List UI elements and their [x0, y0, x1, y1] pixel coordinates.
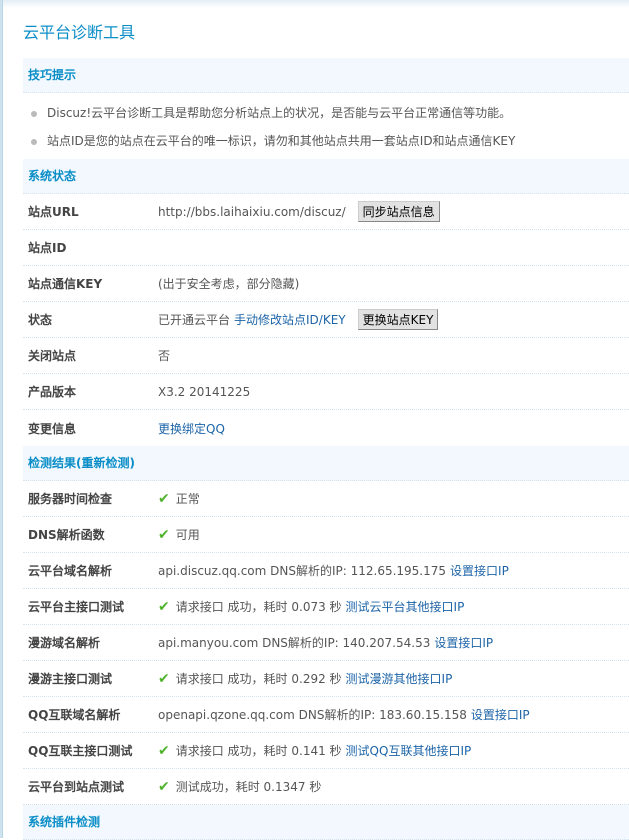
row-label: 产品版本	[28, 385, 77, 399]
result-row: 漫游主接口测试 ✔ 请求接口 成功，耗时 0.292 秒测试漫游其他接口IP	[23, 661, 629, 697]
result-text: 可用	[175, 528, 200, 542]
row-site-key: 站点通信KEY (出于安全考虑，部分隐藏)	[23, 266, 629, 302]
status-header: 系统状态	[23, 159, 629, 194]
rebind-qq-link[interactable]: 更换绑定QQ	[158, 420, 225, 437]
result-row: QQ互联主接口测试 ✔ 请求接口 成功，耗时 0.141 秒测试QQ互联其他接口IP	[23, 733, 629, 769]
plugins-header: 系统插件检测	[23, 805, 629, 840]
bullet-icon	[31, 138, 37, 145]
result-link[interactable]: 设置接口IP	[471, 706, 530, 723]
edit-id-key-link[interactable]: 手动修改站点ID/KEY	[234, 311, 346, 328]
row-label: 状态	[28, 313, 53, 327]
row-site-id: 站点ID	[23, 230, 629, 266]
recheck-link[interactable]: (重新检测)	[76, 456, 135, 470]
change-key-button[interactable]: 更换站点KEY	[357, 309, 439, 330]
tips-header: 技巧提示	[23, 58, 629, 93]
tip-item: Discuz!云平台诊断工具是帮助您分析站点上的状况，是否能与云平台正常通信等功…	[31, 99, 629, 127]
result-text: 请求接口 成功，耗时 0.141 秒	[175, 744, 342, 758]
tip-text: Discuz!云平台诊断工具是帮助您分析站点上的状况，是否能与云平台正常通信等功…	[47, 106, 512, 120]
result-row: 漫游域名解析 api.manyou.com DNS解析的IP: 140.207.5…	[23, 625, 629, 661]
results-title: 检测结果	[28, 456, 77, 470]
tip-text: 站点ID是您的站点在云平台的唯一标识，请勿和其他站点共用一套站点ID和站点通信K…	[47, 134, 516, 148]
result-text: 请求接口 成功，耗时 0.292 秒	[175, 672, 342, 686]
result-link[interactable]: 测试云平台其他接口IP	[346, 598, 465, 615]
result-link[interactable]: 测试QQ互联其他接口IP	[346, 742, 472, 759]
check-icon: ✔	[158, 526, 170, 543]
row-closed: 关闭站点 否	[23, 338, 629, 374]
check-icon: ✔	[158, 778, 170, 795]
row-label: 漫游主接口测试	[28, 672, 113, 686]
row-label: 站点通信KEY	[28, 277, 103, 291]
row-label: QQ互联域名解析	[28, 708, 121, 722]
row-label: 站点URL	[28, 205, 79, 219]
result-row: 云平台到站点测试 ✔ 测试成功，耗时 0.1347 秒	[23, 769, 629, 805]
check-icon: ✔	[158, 490, 170, 507]
frame-top	[3, 0, 629, 8]
row-change: 变更信息 更换绑定QQ	[23, 410, 629, 446]
site-url: http://bbs.laihaixiu.com/discuz/	[158, 204, 346, 219]
version-value: X3.2 20141225	[158, 384, 251, 399]
result-row: 云平台主接口测试 ✔ 请求接口 成功，耗时 0.073 秒测试云平台其他接口IP	[23, 589, 629, 625]
bullet-icon	[31, 110, 37, 117]
results-list: 服务器时间检查 ✔ 正常 DNS解析函数 ✔ 可用云平台域名解析 api.discuz.qq…	[23, 481, 629, 805]
result-link[interactable]: 设置接口IP	[450, 562, 509, 579]
state-value: 已开通云平台	[158, 313, 231, 327]
results-header: 检测结果(重新检测)	[23, 446, 629, 481]
tip-item: 站点ID是您的站点在云平台的唯一标识，请勿和其他站点共用一套站点ID和站点通信K…	[31, 127, 629, 155]
row-version: 产品版本 X3.2 20141225	[23, 374, 629, 410]
result-row: 服务器时间检查 ✔ 正常	[23, 481, 629, 517]
result-row: QQ互联域名解析 openapi.qzone.qq.com DNS解析的IP: 1…	[23, 697, 629, 733]
main-table: 技巧提示 Discuz!云平台诊断工具是帮助您分析站点上的状况，是否能与云平台正…	[23, 58, 629, 840]
result-row: DNS解析函数 ✔ 可用	[23, 517, 629, 553]
closed-value: 否	[158, 349, 171, 363]
row-label: 站点ID	[28, 241, 67, 255]
frame-border	[0, 0, 3, 838]
row-label: 服务器时间检查	[28, 492, 113, 506]
row-site-url: 站点URL http://bbs.laihaixiu.com/discuz/同步站…	[23, 194, 629, 230]
result-link[interactable]: 测试漫游其他接口IP	[346, 670, 453, 687]
page-title: 云平台诊断工具	[23, 23, 136, 42]
check-icon: ✔	[158, 598, 170, 615]
result-text: api.discuz.qq.com DNS解析的IP: 112.65.195.1…	[158, 564, 447, 578]
result-text: openapi.qzone.qq.com DNS解析的IP: 183.60.15…	[158, 708, 467, 722]
row-label: 关闭站点	[28, 349, 77, 363]
row-label: QQ互联主接口测试	[28, 744, 133, 758]
result-row: 云平台域名解析 api.discuz.qq.com DNS解析的IP: 112.6…	[23, 553, 629, 589]
row-label: 变更信息	[28, 421, 77, 436]
result-text: api.manyou.com DNS解析的IP: 140.207.54.53	[158, 636, 431, 650]
tips-list: Discuz!云平台诊断工具是帮助您分析站点上的状况，是否能与云平台正常通信等功…	[23, 93, 629, 159]
result-text: 正常	[175, 492, 200, 506]
site-key: (出于安全考虑，部分隐藏)	[158, 277, 300, 291]
row-label: 漫游域名解析	[28, 636, 101, 650]
result-link[interactable]: 设置接口IP	[434, 634, 493, 651]
row-state: 状态 已开通云平台 手动修改站点ID/KEY 更换站点KEY	[23, 302, 629, 338]
sync-site-info-button[interactable]: 同步站点信息	[357, 201, 440, 222]
row-label: DNS解析函数	[28, 528, 105, 542]
check-icon: ✔	[158, 742, 170, 759]
result-text: 请求接口 成功，耗时 0.073 秒	[175, 600, 342, 614]
row-label: 云平台域名解析	[28, 564, 113, 578]
check-icon: ✔	[158, 670, 170, 687]
row-label: 云平台主接口测试	[28, 600, 125, 614]
result-text: 测试成功，耗时 0.1347 秒	[175, 780, 322, 794]
row-label: 云平台到站点测试	[28, 780, 125, 794]
